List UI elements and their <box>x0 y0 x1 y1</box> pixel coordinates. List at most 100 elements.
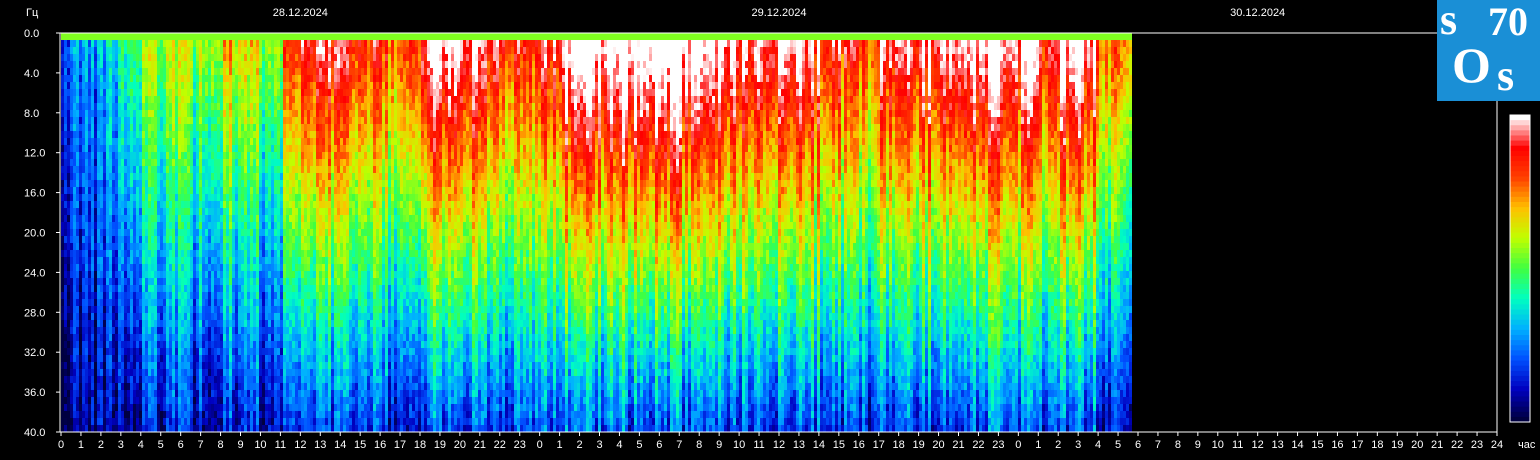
heatmap-cell <box>160 215 163 222</box>
heatmap-cell <box>235 145 238 152</box>
heatmap-cell <box>214 418 217 425</box>
heatmap-cell <box>307 418 310 425</box>
heatmap-cell <box>76 173 79 180</box>
heatmap-cell <box>190 96 193 103</box>
heatmap-cell <box>91 355 94 362</box>
heatmap-cell <box>220 250 223 257</box>
heatmap-cell <box>61 292 64 299</box>
heatmap-cell <box>196 243 199 250</box>
heatmap-cell <box>175 215 178 222</box>
heatmap-cell <box>76 306 79 313</box>
heatmap-cell <box>220 299 223 306</box>
heatmap-cell <box>172 194 175 201</box>
heatmap-cell <box>124 376 127 383</box>
heatmap-cell <box>127 320 130 327</box>
heatmap-cell <box>289 33 292 40</box>
heatmap-cell <box>241 418 244 425</box>
heatmap-cell <box>100 208 103 215</box>
heatmap-cell <box>244 61 247 68</box>
heatmap-cell <box>175 257 178 264</box>
heatmap-cell <box>133 236 136 243</box>
heatmap-cell <box>292 96 295 103</box>
heatmap-cell <box>259 292 262 299</box>
heatmap-cell <box>280 243 283 250</box>
heatmap-cell <box>136 383 139 390</box>
heatmap-cell <box>91 404 94 411</box>
heatmap-cell <box>136 411 139 418</box>
heatmap-cell <box>214 369 217 376</box>
heatmap-cell <box>310 75 313 82</box>
heatmap-cell <box>271 215 274 222</box>
heatmap-cell <box>262 257 265 264</box>
heatmap-cell <box>85 376 88 383</box>
heatmap-cell <box>193 299 196 306</box>
heatmap-cell <box>268 33 271 40</box>
heatmap-cell <box>247 383 250 390</box>
heatmap-cell <box>280 89 283 96</box>
heatmap-cell <box>115 362 118 369</box>
heatmap-cell <box>184 236 187 243</box>
heatmap-cell <box>292 292 295 299</box>
heatmap-cell <box>157 306 160 313</box>
heatmap-cell <box>172 355 175 362</box>
heatmap-cell <box>280 278 283 285</box>
heatmap-cell <box>220 369 223 376</box>
heatmap-cell <box>223 236 226 243</box>
heatmap-cell <box>67 306 70 313</box>
heatmap-cell <box>241 299 244 306</box>
heatmap-cell <box>136 180 139 187</box>
heatmap-cell <box>133 418 136 425</box>
heatmap-cell <box>256 390 259 397</box>
heatmap-cell <box>277 334 280 341</box>
heatmap-cell <box>130 278 133 285</box>
heatmap-cell <box>241 327 244 334</box>
heatmap-cell <box>307 33 310 40</box>
heatmap-cell <box>268 145 271 152</box>
heatmap-cell <box>124 264 127 271</box>
heatmap-cell <box>91 131 94 138</box>
heatmap-cell <box>121 215 124 222</box>
heatmap-cell <box>70 320 73 327</box>
heatmap-cell <box>247 369 250 376</box>
heatmap-cell <box>100 145 103 152</box>
heatmap-cell <box>295 271 298 278</box>
heatmap-cell <box>310 383 313 390</box>
heatmap-cell <box>70 418 73 425</box>
heatmap-cell <box>298 411 301 418</box>
heatmap-cell <box>163 110 166 117</box>
heatmap-cell <box>307 54 310 61</box>
heatmap-cell <box>121 103 124 110</box>
heatmap-cell <box>67 124 70 131</box>
heatmap-cell <box>271 229 274 236</box>
heatmap-cell <box>172 418 175 425</box>
heatmap-cell <box>121 47 124 54</box>
heatmap-cell <box>88 369 91 376</box>
heatmap-cell <box>217 348 220 355</box>
heatmap-cell <box>184 425 187 432</box>
heatmap-cell <box>118 208 121 215</box>
heatmap-cell <box>76 411 79 418</box>
heatmap-cell <box>88 124 91 131</box>
heatmap-cell <box>94 250 97 257</box>
heatmap-cell <box>112 82 115 89</box>
heatmap-cell <box>154 152 157 159</box>
heatmap-cell <box>280 82 283 89</box>
heatmap-cell <box>322 278 325 285</box>
heatmap-cell <box>139 411 142 418</box>
heatmap-cell <box>103 61 106 68</box>
heatmap-cell <box>226 376 229 383</box>
heatmap-cell <box>286 243 289 250</box>
heatmap-cell <box>145 222 148 229</box>
heatmap-cell <box>136 208 139 215</box>
heatmap-cell <box>124 110 127 117</box>
heatmap-cell <box>199 131 202 138</box>
heatmap-cell <box>280 215 283 222</box>
heatmap-cell <box>214 271 217 278</box>
heatmap-cell <box>103 404 106 411</box>
heatmap-cell <box>211 390 214 397</box>
heatmap-cell <box>247 390 250 397</box>
heatmap-cell <box>121 306 124 313</box>
heatmap-cell <box>205 418 208 425</box>
heatmap-cell <box>250 145 253 152</box>
heatmap-cell <box>319 82 322 89</box>
